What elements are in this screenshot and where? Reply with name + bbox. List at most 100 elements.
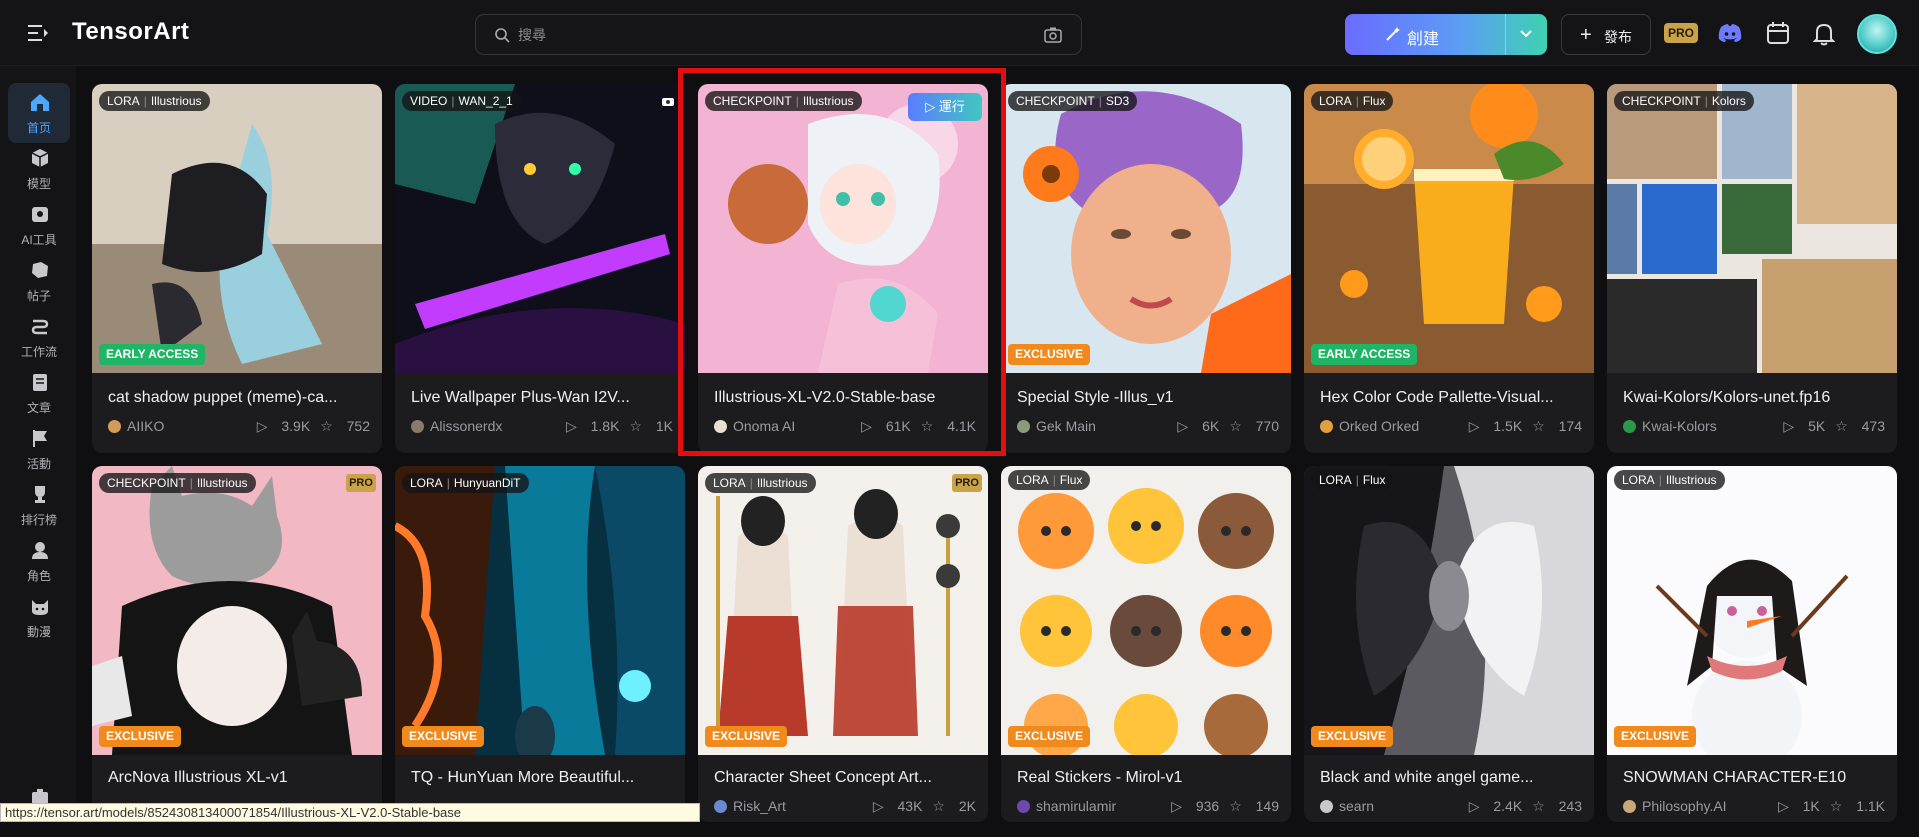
model-title[interactable]: Special Style -Illus_v1 [1017, 389, 1279, 407]
character-icon [32, 542, 48, 559]
author-name[interactable]: Alissonerdx [411, 418, 502, 434]
model-title[interactable]: Illustrious-XL-V2.0-Stable-base [714, 389, 976, 407]
author-avatar [1320, 420, 1333, 433]
sidebar-item-articles[interactable]: 文章 [8, 363, 70, 423]
sidebar-item-label: 動漫 [26, 625, 51, 639]
model-card[interactable]: LORA | Flux EARLY ACCESS Hex Color Code Pa… [1304, 84, 1594, 453]
early-access-badge: EARLY ACCESS [1311, 344, 1418, 365]
calendar-icon[interactable] [1764, 19, 1792, 47]
model-card[interactable]: LORA | Illustrious EXCLUSIVE SNOWMAN CHARA… [1607, 466, 1897, 822]
model-card[interactable]: LORA | Illustrious PRO EXCLUSIVE Character… [698, 466, 988, 822]
model-thumbnail [1304, 466, 1594, 755]
model-title[interactable]: Hex Color Code Pallette-Visual... [1320, 389, 1582, 407]
run-count: ▷ 1.5K [1468, 418, 1523, 434]
chevron-down-icon[interactable] [1519, 28, 1533, 40]
model-meta: Orked Orked ▷ 1.5K ☆ 174 [1320, 418, 1582, 436]
model-thumbnail [698, 84, 988, 373]
user-avatar[interactable] [1857, 14, 1897, 54]
author-name[interactable]: Orked Orked [1320, 418, 1419, 434]
like-count: ☆ 4.1K [920, 418, 976, 434]
model-thumbnail [92, 466, 382, 755]
model-type-tag: LORA | Illustrious [1614, 470, 1725, 490]
sidebar-item-label: 工作流 [20, 345, 57, 359]
model-card[interactable]: LORA | HunyuanDiT EXCLUSIVE TQ - HunYuan M… [395, 466, 685, 822]
run-count: ▷ 43K [872, 798, 923, 814]
run-button[interactable]: ▷ 運行 [908, 93, 982, 121]
search-input[interactable] [518, 23, 1018, 47]
sidebar-item-leaderboard[interactable]: 排行榜 [8, 475, 70, 535]
camera-search-icon[interactable] [1043, 25, 1063, 45]
sidebar-item-label: 首页 [26, 121, 51, 135]
sidebar-item-anime[interactable]: 動漫 [8, 587, 70, 647]
model-title[interactable]: Kwai-Kolors/Kolors-unet.fp16 [1623, 389, 1885, 407]
model-title[interactable]: Real Stickers - Mirol-v1 [1017, 769, 1279, 787]
model-card[interactable]: LORA | Illustrious EARLY ACCESS cat shadow… [92, 84, 382, 453]
model-card[interactable]: CHECKPOINT | SD3 EXCLUSIVE Special Style -… [1001, 84, 1291, 453]
status-url-bar: https://tensor.art/models/85243081340007… [0, 803, 700, 822]
author-name[interactable]: Gek Main [1017, 418, 1096, 434]
run-count: ▷ 5K [1783, 418, 1826, 434]
sidebar-item-models[interactable]: 模型 [8, 139, 70, 199]
model-card[interactable]: CHECKPOINT | Illustrious PRO EXCLUSIVE Arc… [92, 466, 382, 822]
author-name[interactable]: Philosophy.AI [1623, 798, 1727, 814]
author-avatar [1623, 420, 1636, 433]
notification-bell-icon[interactable] [1810, 19, 1838, 47]
model-title[interactable]: Black and white angel game... [1320, 769, 1582, 787]
model-card[interactable]: LORA | Flux EXCLUSIVE Real Stickers - Miro… [1001, 466, 1291, 822]
sidebar-item-posts[interactable]: 帖子 [8, 251, 70, 311]
run-count: ▷ 2.4K [1468, 798, 1523, 814]
discord-icon[interactable] [1716, 19, 1744, 47]
sidebar-toggle-icon[interactable] [26, 22, 50, 44]
pro-badge[interactable]: PRO [1664, 23, 1698, 43]
author-name[interactable]: AIIKO [108, 418, 164, 434]
model-type-tag: CHECKPOINT | Kolors [1614, 91, 1754, 111]
workflow-icon [31, 319, 49, 335]
create-button[interactable]: 創建 [1345, 14, 1547, 55]
model-meta: shamirulamir ▷ 936 ☆ 149 [1017, 798, 1279, 816]
author-name[interactable]: Kwai-Kolors [1623, 418, 1717, 434]
model-meta: Gek Main ▷ 6K ☆ 770 [1017, 418, 1279, 436]
run-count: ▷ 6K [1177, 418, 1220, 434]
sidebar-item-workflow[interactable]: 工作流 [8, 307, 70, 367]
author-name[interactable]: shamirulamir [1017, 798, 1116, 814]
model-title[interactable]: Live Wallpaper Plus-Wan I2V... [411, 389, 673, 407]
run-count: ▷ 3.9K [256, 418, 311, 434]
model-card[interactable]: CHECKPOINT | Kolors Kwai-Kolors/Kolors-une… [1607, 84, 1897, 453]
author-name[interactable]: Onoma AI [714, 418, 795, 434]
sidebar-item-characters[interactable]: 角色 [8, 531, 70, 591]
sidebar-item-ai-tools[interactable]: AI工具 [8, 195, 70, 255]
model-meta: Kwai-Kolors ▷ 5K ☆ 473 [1623, 418, 1885, 436]
plus-icon: + [1580, 24, 1592, 46]
exclusive-badge: EXCLUSIVE [402, 726, 485, 747]
sidebar-item-label: 文章 [26, 401, 51, 415]
model-card[interactable]: LORA | Flux EXCLUSIVE Black and white ange… [1304, 466, 1594, 822]
app-logo[interactable]: TensorArt [72, 18, 189, 46]
model-thumbnail [1001, 84, 1291, 373]
sidebar-item-label: 排行榜 [20, 513, 57, 527]
sidebar-item-home[interactable]: 首页 [8, 83, 70, 143]
model-title[interactable]: TQ - HunYuan More Beautiful... [411, 769, 673, 787]
model-title[interactable]: ArcNova Illustrious XL-v1 [108, 769, 370, 787]
author-name[interactable]: Risk_Art [714, 798, 786, 814]
model-type-tag: VIDEO | WAN_2_1 [402, 91, 521, 111]
model-thumbnail [1304, 84, 1594, 373]
article-icon [33, 374, 47, 391]
author-name[interactable]: searn [1320, 798, 1374, 814]
sidebar-item-events[interactable]: 活動 [8, 419, 70, 479]
sidebar-item-label: AI工具 [21, 233, 57, 247]
exclusive-badge: EXCLUSIVE [705, 726, 788, 747]
model-card[interactable]: VIDEO | WAN_2_1 Live Wallpaper Plus-Wan I2… [395, 84, 685, 453]
model-title[interactable]: Character Sheet Concept Art... [714, 769, 976, 787]
search-bar[interactable] [475, 14, 1082, 55]
model-type-tag: CHECKPOINT | Illustrious [705, 91, 862, 111]
model-thumbnail [1001, 466, 1291, 755]
author-avatar [1320, 800, 1333, 813]
like-count: ☆ 752 [320, 418, 370, 434]
top-bar: TensorArt 創建 + 發布 PRO [0, 0, 1919, 66]
model-card[interactable]: CHECKPOINT | Illustrious ▷ 運行 Illustrious-… [698, 84, 988, 453]
model-title[interactable]: cat shadow puppet (meme)-ca... [108, 389, 370, 407]
publish-button[interactable]: + 發布 [1561, 14, 1651, 55]
model-title[interactable]: SNOWMAN CHARACTER-E10 [1623, 769, 1885, 787]
cube-icon [31, 149, 49, 167]
model-thumbnail [698, 466, 988, 755]
